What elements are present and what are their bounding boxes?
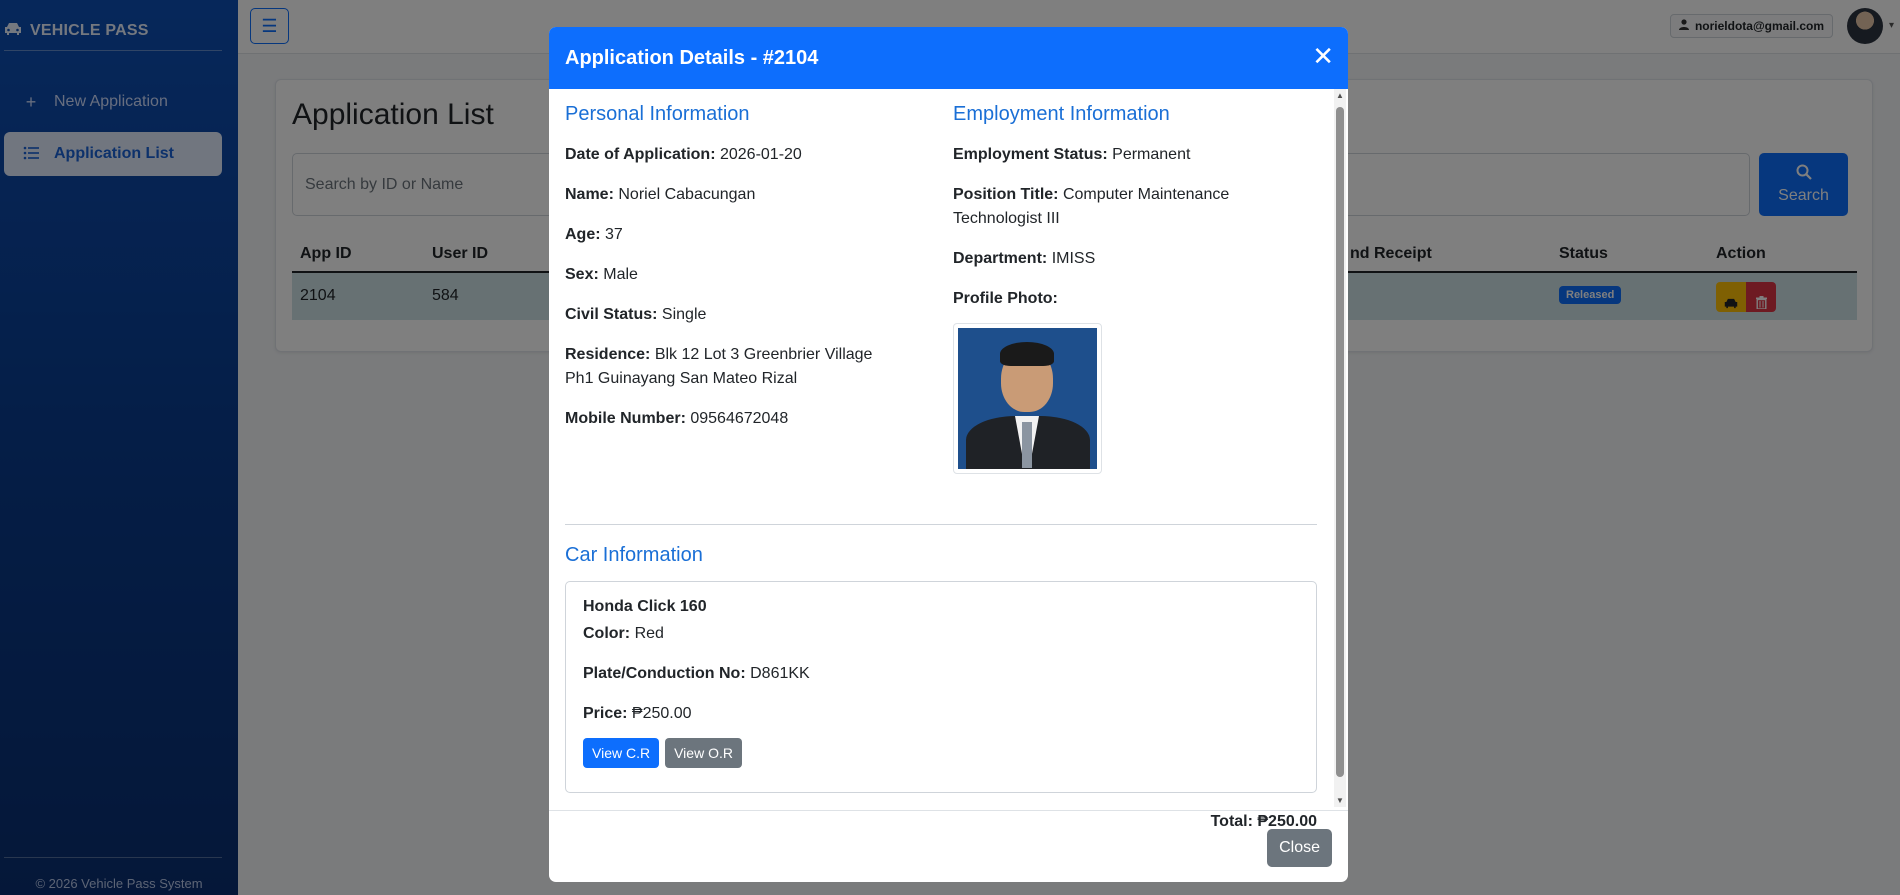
name-field: Name: Noriel Cabacungan bbox=[565, 186, 756, 203]
date-of-application-field: Date of Application: 2026-01-20 bbox=[565, 146, 802, 163]
profile-photo-image bbox=[958, 328, 1097, 469]
view-cr-button[interactable]: View C.R bbox=[583, 738, 660, 768]
car-card: Honda Click 160 Color: Red Plate/Conduct… bbox=[565, 581, 1317, 793]
modal-title: Application Details - #2104 bbox=[565, 46, 819, 69]
close-button[interactable]: Close bbox=[1267, 829, 1332, 867]
civil-status-field: Civil Status: Single bbox=[565, 306, 707, 323]
plate-number-field: Plate/Conduction No: D861KK bbox=[583, 665, 810, 682]
modal-scrollbar[interactable]: ▲ ▼ bbox=[1334, 89, 1346, 807]
employment-information-section: Employment Information Employment Status… bbox=[953, 103, 1313, 474]
position-title-field: Position Title: Computer Maintenance Tec… bbox=[953, 186, 1230, 227]
residence-field: Residence: Blk 12 Lot 3 Greenbrier Villa… bbox=[565, 346, 873, 387]
document-buttons: View C.R View O.R bbox=[583, 738, 1299, 768]
divider bbox=[565, 524, 1317, 525]
modal-footer: Close bbox=[549, 810, 1348, 882]
section-heading: Employment Information bbox=[953, 103, 1170, 125]
price-field: Price: ₱250.00 bbox=[583, 705, 692, 722]
close-icon[interactable]: ✕ bbox=[1312, 43, 1334, 69]
profile-photo[interactable] bbox=[953, 323, 1102, 474]
personal-information-section: Personal Information Date of Application… bbox=[565, 103, 925, 447]
car-model: Honda Click 160 bbox=[583, 598, 707, 615]
section-heading: Personal Information bbox=[565, 103, 750, 125]
profile-photo-label: Profile Photo: bbox=[953, 290, 1058, 307]
employment-status-field: Employment Status: Permanent bbox=[953, 146, 1191, 163]
sex-field: Sex: Male bbox=[565, 266, 638, 283]
section-heading: Car Information bbox=[565, 544, 703, 566]
mobile-number-field: Mobile Number: 09564672048 bbox=[565, 410, 789, 427]
age-field: Age: 37 bbox=[565, 226, 623, 243]
modal-header: Application Details - #2104 ✕ bbox=[549, 27, 1348, 89]
modal-body: Personal Information Date of Application… bbox=[549, 89, 1348, 830]
car-color-field: Color: Red bbox=[583, 625, 664, 642]
scroll-down-icon[interactable]: ▼ bbox=[1336, 796, 1344, 805]
scroll-up-icon[interactable]: ▲ bbox=[1336, 91, 1344, 100]
view-or-button[interactable]: View O.R bbox=[665, 738, 742, 768]
application-details-modal: Application Details - #2104 ✕ Personal I… bbox=[549, 27, 1348, 882]
department-field: Department: IMISS bbox=[953, 250, 1096, 267]
scrollbar-thumb[interactable] bbox=[1336, 107, 1344, 777]
